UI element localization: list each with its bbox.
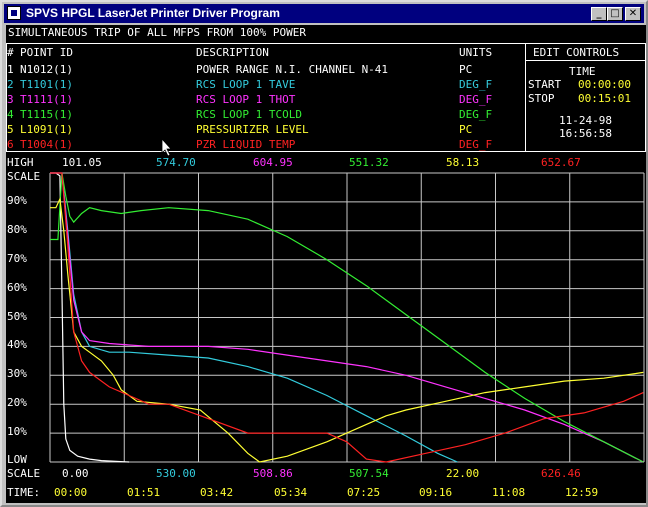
low-value: 0.00 [62,467,89,480]
close-button[interactable]: ✕ [625,7,641,21]
low-value: 530.00 [156,467,196,480]
y-tick-label: 90% [7,193,27,207]
minimize-icon: _ [596,8,602,19]
time-axis-label: TIME: [7,486,41,499]
time-tick: 00:00 [54,486,88,499]
time-tick: 05:34 [274,486,308,499]
low-value: 508.86 [253,467,293,480]
close-icon: ✕ [628,8,638,19]
time-tick: 12:59 [565,486,599,499]
trend-plot [49,137,645,463]
mouse-cursor-icon [161,137,172,157]
y-tick-label: 80% [7,222,27,236]
time-tick: 07:25 [347,486,381,499]
time-tick: 09:16 [419,486,453,499]
y-tick-label: 40% [7,338,27,352]
y-tick-label: 60% [7,280,27,294]
time-tick: 01:51 [127,486,161,499]
low-value: 22.00 [446,467,480,480]
time-tick: 11:08 [492,486,526,499]
scale-label-bottom: SCALE [7,467,41,480]
y-tick-label: 30% [7,367,27,381]
time-tick: 03:42 [200,486,234,499]
y-tick-label: 10% [7,425,27,439]
maximize-button[interactable]: □ [607,7,623,21]
title-bar[interactable]: SPVS HPGL LaserJet Printer Driver Progra… [4,4,644,23]
window-title: SPVS HPGL LaserJet Printer Driver Progra… [26,6,280,20]
app-window: SPVS HPGL LaserJet Printer Driver Progra… [0,0,648,507]
y-tick-label: 20% [7,396,27,410]
y-tick-label: 70% [7,251,27,265]
maximize-icon: □ [610,8,620,19]
plot-screen: SIMULTANEOUS TRIP OF ALL MFPS FROM 100% … [6,25,646,503]
low-value: 626.46 [541,467,581,480]
low-value: 507.54 [349,467,389,480]
y-tick-label: 50% [7,309,27,323]
low-label: LOW [7,453,27,466]
minimize-button[interactable]: _ [591,7,607,21]
app-icon[interactable] [7,6,21,20]
plot-grid [49,172,645,463]
